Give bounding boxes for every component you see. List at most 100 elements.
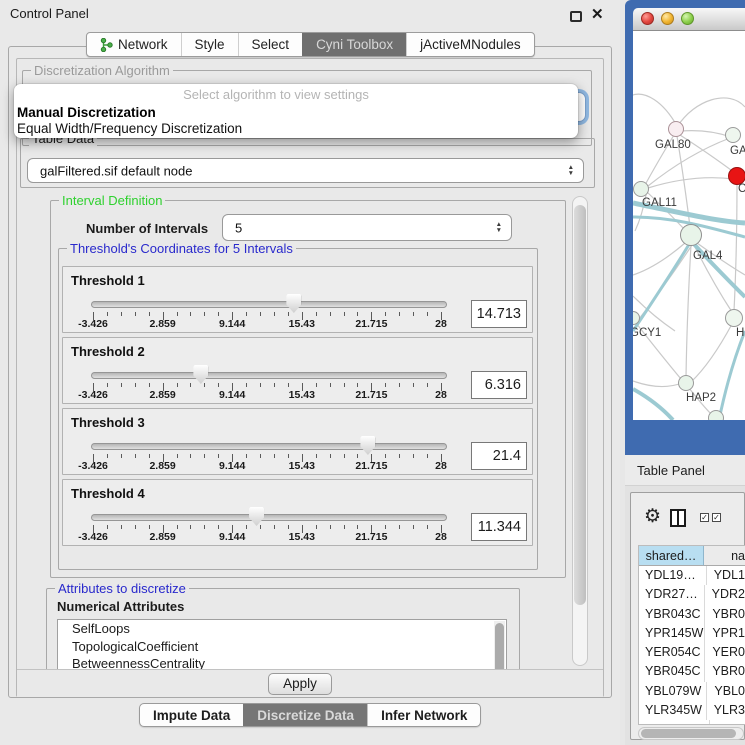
list-item[interactable]: SelfLoops <box>58 620 506 638</box>
tick-mark <box>135 454 136 458</box>
top-tabbar: Network Style SelectCyni ToolboxjActiveMNo… <box>86 32 535 57</box>
network-node-hap2[interactable] <box>678 375 694 391</box>
threshold-value-field[interactable]: 11.344 <box>471 513 527 541</box>
tick-mark <box>190 312 191 316</box>
slider-thumb[interactable] <box>286 294 301 313</box>
tick-mark <box>149 525 150 529</box>
table-row[interactable]: YIL052CYIL0 <box>639 720 745 725</box>
dropdown-option-manual-discretization[interactable]: Manual Discretization <box>17 105 156 120</box>
scrollbar-thumb[interactable] <box>574 205 586 605</box>
slider-track[interactable] <box>91 514 447 521</box>
threshold-label: Threshold 2 <box>71 344 145 359</box>
tab-style[interactable]: Style <box>181 33 238 56</box>
table-data-combobox[interactable]: galFiltered.sif default node ▲▼ <box>27 158 584 183</box>
threshold-value-field[interactable]: 6.316 <box>471 371 527 399</box>
node-label: C <box>738 183 745 195</box>
gear-icon[interactable]: ⚙ <box>644 507 661 526</box>
tab-impute-data[interactable]: Impute Data <box>140 704 243 726</box>
slider-track[interactable] <box>91 301 447 308</box>
tab-discretize-data[interactable]: Discretize Data <box>243 704 367 726</box>
table-panel-titlebar: Table Panel <box>625 455 745 486</box>
tick-mark <box>344 525 345 529</box>
cell-shared-name: YDL19… <box>639 566 707 585</box>
tick-mark <box>357 525 358 529</box>
table-row[interactable]: YDR27…YDR2 <box>639 585 745 604</box>
float-window-icon[interactable] <box>570 11 582 22</box>
tab-network[interactable]: Network <box>87 33 181 56</box>
list-scrollbar[interactable] <box>494 621 505 669</box>
scale-label: 2.859 <box>149 460 175 472</box>
checkbox-icon[interactable]: ✓ <box>712 513 721 522</box>
tick-mark <box>288 312 289 316</box>
slider-thumb[interactable] <box>360 436 375 455</box>
cell-name: YPR1 <box>705 624 745 643</box>
table-row[interactable]: YDL19…YDL1 <box>639 566 745 585</box>
column-header-shared-name[interactable]: shared… <box>639 546 704 566</box>
scale-label: 2.859 <box>149 389 175 401</box>
scale-label: -3.426 <box>78 531 108 543</box>
tick-mark <box>121 312 122 316</box>
table-horizontal-scrollbar[interactable] <box>638 727 744 740</box>
checkbox-icon[interactable]: ✓ <box>700 513 709 522</box>
zoom-traffic-light-icon[interactable] <box>681 12 694 25</box>
table-header-row: shared… na <box>639 546 745 566</box>
scale-label: 21.715 <box>355 531 387 543</box>
tab-label: Style <box>195 37 225 52</box>
tick-mark <box>288 525 289 529</box>
column-header-name[interactable]: na <box>704 546 745 566</box>
dropdown-option-equal-width[interactable]: Equal Width/Frequency Discretization <box>17 121 242 136</box>
tab-select[interactable]: Select <box>238 33 303 56</box>
threshold-value-field[interactable]: 14.713 <box>471 300 527 328</box>
column-layout-icon[interactable] <box>670 509 686 527</box>
slider-track[interactable] <box>91 372 447 379</box>
threshold-value-field[interactable]: 21.4 <box>471 442 527 470</box>
network-node-ga[interactable] <box>725 127 741 143</box>
tick-mark <box>344 312 345 316</box>
network-canvas[interactable]: GAL80GACGAL11GAL4GCY1HHAP2 <box>633 31 745 420</box>
slider-track[interactable] <box>91 443 447 450</box>
network-node[interactable] <box>708 410 724 420</box>
tick-mark <box>427 454 428 458</box>
slider-thumb[interactable] <box>193 365 208 384</box>
numerical-attributes-list[interactable]: SelfLoopsTopologicalCoefficientBetweenne… <box>57 619 507 669</box>
tab-infer-network[interactable]: Infer Network <box>367 704 480 726</box>
table-row[interactable]: YBR043CYBR0 <box>639 605 745 624</box>
tick-mark <box>330 525 331 529</box>
slider-thumb[interactable] <box>249 507 264 526</box>
scrollbar-thumb[interactable] <box>641 729 736 738</box>
scrollbar-thumb[interactable] <box>495 623 504 669</box>
scale-label: -3.426 <box>78 389 108 401</box>
list-item[interactable]: BetweennessCentrality <box>58 655 506 669</box>
tick-mark <box>121 525 122 529</box>
tick-mark <box>330 383 331 387</box>
apply-button[interactable]: Apply <box>268 673 332 695</box>
network-titlebar[interactable] <box>633 8 745 31</box>
tick-mark <box>107 525 108 529</box>
minimize-traffic-light-icon[interactable] <box>661 12 674 25</box>
close-traffic-light-icon[interactable] <box>641 12 654 25</box>
table-row[interactable]: YER054CYER0 <box>639 643 745 662</box>
network-node-h[interactable] <box>725 309 743 327</box>
tick-mark <box>260 454 261 458</box>
tab-jactivemnodules[interactable]: jActiveMNodules <box>406 33 534 56</box>
tick-mark <box>399 312 400 316</box>
tab-cyni-toolbox[interactable]: Cyni Toolbox <box>302 33 406 56</box>
network-node-gal80[interactable] <box>668 121 684 137</box>
table-row[interactable]: YBL079WYBL0 <box>639 682 745 701</box>
network-node-gal11[interactable] <box>633 181 649 197</box>
tick-mark <box>246 454 247 458</box>
close-icon[interactable]: ✕ <box>591 5 604 23</box>
combo-stepper-icon: ▲▼ <box>568 165 574 177</box>
node-label: GA <box>730 145 745 157</box>
table-row[interactable]: YLR345WYLR3 <box>639 701 745 720</box>
number-of-intervals-combobox[interactable]: 5 ▲▼ <box>222 214 512 241</box>
network-node-gal4[interactable] <box>680 224 702 246</box>
table-row[interactable]: YBR045CYBR0 <box>639 662 745 681</box>
table-row[interactable]: YPR145WYPR1 <box>639 624 745 643</box>
tick-mark <box>274 454 275 458</box>
list-item[interactable]: TopologicalCoefficient <box>58 638 506 656</box>
tab-label: Network <box>118 37 168 52</box>
tick-mark <box>246 383 247 387</box>
tick-mark <box>135 312 136 316</box>
node-label: H <box>736 327 744 339</box>
